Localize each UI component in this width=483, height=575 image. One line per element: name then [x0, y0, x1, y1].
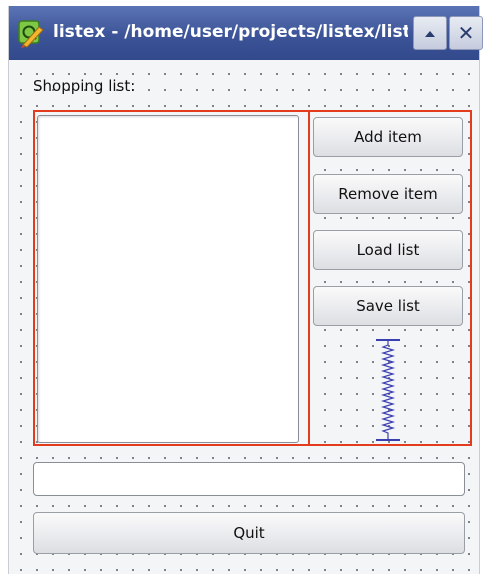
vertical-spacer-icon[interactable] — [373, 337, 403, 443]
load-list-button[interactable]: Load list — [313, 230, 463, 270]
item-line-edit[interactable] — [33, 462, 465, 496]
designer-window: listex - /home/user/projects/listex/list… — [8, 6, 483, 574]
window-title: listex - /home/user/projects/listex/list… — [53, 22, 408, 42]
save-list-button[interactable]: Save list — [313, 286, 463, 326]
chevron-up-icon — [423, 24, 437, 43]
title-bar[interactable]: listex - /home/user/projects/listex/list… — [9, 6, 483, 60]
close-button[interactable]: ✕ — [449, 16, 483, 50]
minimize-button[interactable] — [413, 16, 447, 50]
add-item-button[interactable]: Add item — [313, 117, 463, 157]
close-icon: ✕ — [457, 21, 475, 45]
form-canvas[interactable]: Shopping list: Add item Remove item Load… — [9, 60, 479, 574]
shopping-list-label[interactable]: Shopping list: — [33, 76, 135, 96]
shopping-list-widget[interactable] — [37, 115, 299, 443]
qt-designer-icon — [17, 18, 45, 48]
quit-button[interactable]: Quit — [33, 512, 465, 554]
remove-item-button[interactable]: Remove item — [313, 174, 463, 214]
